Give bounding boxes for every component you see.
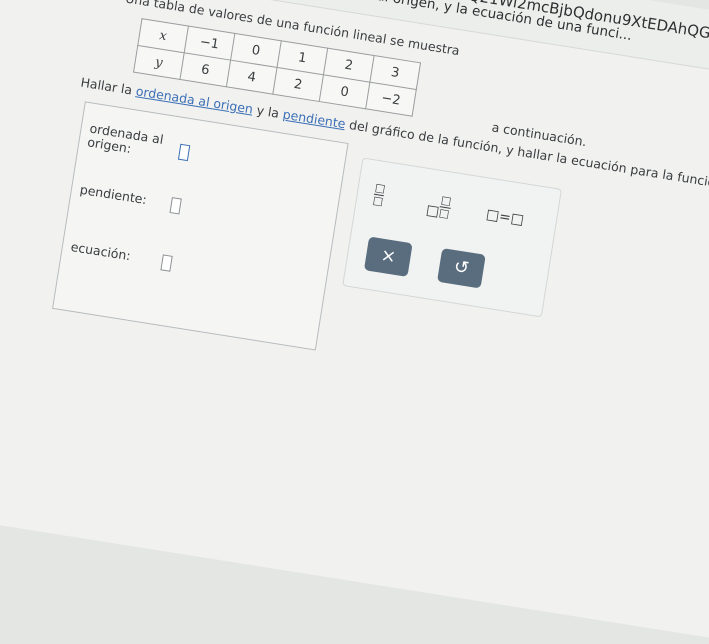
instruction-start: Hallar la [79,74,134,98]
close-icon: × [379,244,398,268]
fraction-tool[interactable]: □ □ [371,180,387,209]
undo-button[interactable]: ↺ [437,248,486,289]
intercept-input[interactable] [177,143,191,162]
math-toolbar: □ □ □□ □ □=□ × ↺ [342,157,563,318]
instruction-mid: y la [255,102,281,121]
mixed-number-icon: □□ □ [424,193,453,221]
undo-icon: ↺ [452,256,471,280]
mixed-number-tool[interactable]: □□ □ [424,193,453,221]
slope-input[interactable] [169,197,182,215]
equation-label: ecuación: [69,239,132,264]
equation-input[interactable] [160,254,173,272]
answer-panel: ordenada al origen: pendiente: ecuación: [52,101,349,351]
intercept-label: ordenada al origen: [86,121,164,160]
assignment-sheet: gJrl-IQ21Wi2mcBjbQdonu9XtEDAhQGDsSwluxzb… [0,0,709,644]
equation-tool[interactable]: □=□ [485,207,525,229]
fraction-icon: □ □ [371,180,387,209]
slope-label: pendiente: [78,181,148,208]
slope-link[interactable]: pendiente [282,107,347,132]
clear-button[interactable]: × [363,236,413,277]
